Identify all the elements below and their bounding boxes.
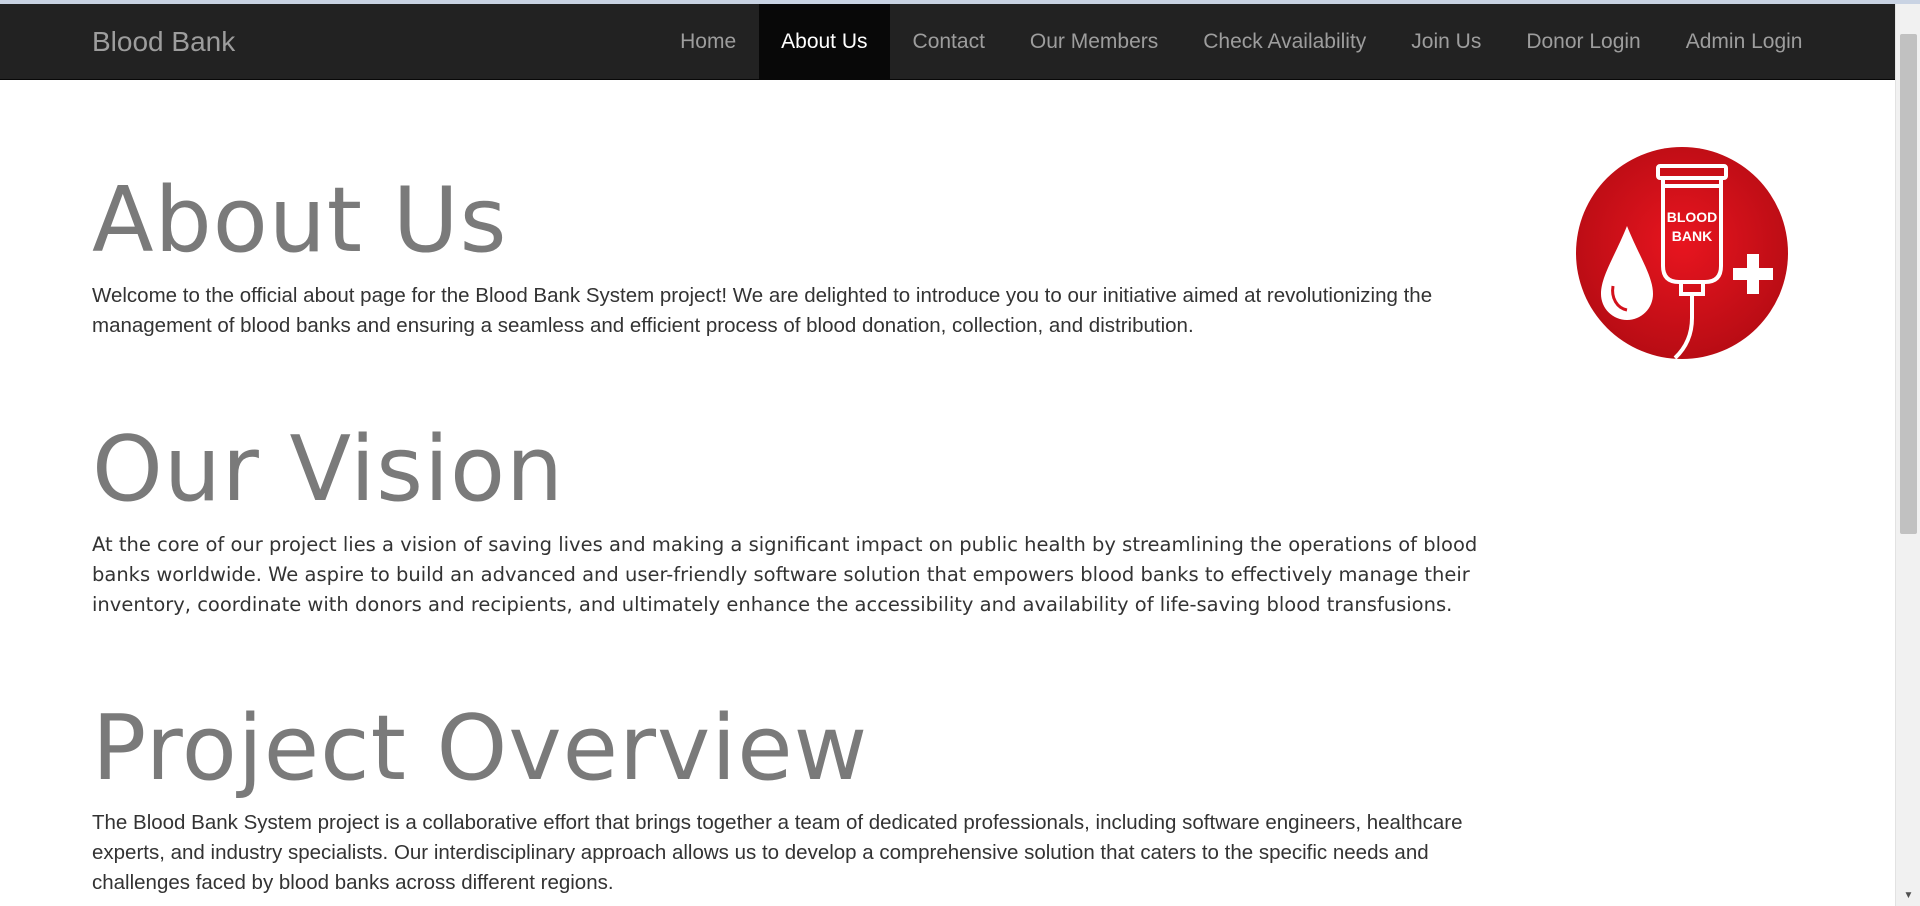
vision-text: At the core of our project lies a vision… bbox=[92, 533, 1478, 616]
overview-text: The Blood Bank System project is a colla… bbox=[92, 811, 1463, 894]
scrollbar-thumb[interactable] bbox=[1900, 34, 1917, 534]
about-heading: About Us bbox=[92, 168, 508, 273]
brand-link[interactable]: Blood Bank bbox=[92, 4, 235, 80]
nav-donor-login[interactable]: Donor Login bbox=[1504, 4, 1663, 80]
nav-join-us[interactable]: Join Us bbox=[1389, 4, 1504, 80]
nav-check-availability[interactable]: Check Availability bbox=[1181, 4, 1389, 80]
nav-about-us[interactable]: About Us bbox=[758, 4, 891, 80]
nav-admin-login[interactable]: Admin Login bbox=[1663, 4, 1825, 80]
logo-text-line1: BLOOD bbox=[1667, 209, 1718, 225]
nav-menu: Home About Us Contact Our Members Check … bbox=[658, 4, 1825, 80]
blood-bank-logo-icon: BLOOD BANK bbox=[1576, 147, 1788, 360]
logo-text-line2: BANK bbox=[1672, 228, 1712, 244]
nav-home[interactable]: Home bbox=[658, 4, 759, 80]
page-scrollbar[interactable]: ▲ ▼ bbox=[1895, 4, 1920, 906]
overview-heading: Project Overview bbox=[92, 696, 869, 801]
scroll-down-arrow-icon[interactable]: ▼ bbox=[1896, 884, 1920, 906]
nav-contact[interactable]: Contact bbox=[890, 4, 1007, 80]
navbar: Blood Bank Home About Us Contact Our Mem… bbox=[0, 4, 1895, 80]
about-text: Welcome to the official about page for t… bbox=[92, 284, 1433, 337]
vision-heading: Our Vision bbox=[92, 417, 565, 522]
nav-our-members[interactable]: Our Members bbox=[1007, 4, 1180, 80]
blood-bank-logo: BLOOD BANK bbox=[1575, 146, 1789, 360]
